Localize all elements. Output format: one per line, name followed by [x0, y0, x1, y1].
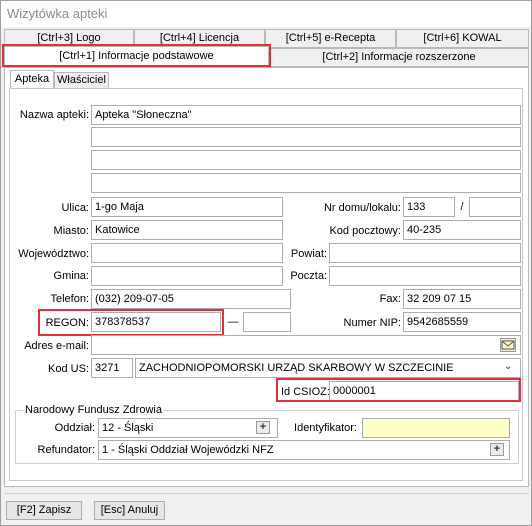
identyfikator-field[interactable]	[362, 418, 510, 438]
nr-lokalu-field[interactable]	[469, 197, 521, 217]
regon-dash: —	[227, 316, 239, 328]
tab-informacje-podstawowe[interactable]: [Ctrl+1] Informacje podstawowe	[4, 46, 269, 66]
oddzial-lookup-icon[interactable]: +	[256, 421, 270, 434]
kod-us-code-field[interactable]: 3271	[91, 358, 133, 378]
save-button[interactable]: [F2] Zapisz	[6, 501, 82, 520]
kod-us-select[interactable]: ZACHODNIOPOMORSKI URZĄD SKARBOWY W SZCZE…	[135, 358, 521, 378]
nfz-group-title: Narodowy Fundusz Zdrowia	[23, 404, 164, 416]
kod-us-label: Kod US:	[48, 363, 89, 375]
tab-kowal[interactable]: [Ctrl+6] KOWAL	[396, 29, 529, 48]
email-field[interactable]	[91, 335, 521, 355]
email-envelope-icon[interactable]	[500, 338, 516, 352]
refundator-lookup-icon[interactable]: +	[490, 443, 504, 456]
kod-us-selected-value: ZACHODNIOPOMORSKI URZĄD SKARBOWY W SZCZE…	[139, 362, 454, 374]
gmina-label: Gmina:	[53, 270, 89, 282]
ulica-label: Ulica:	[61, 202, 89, 214]
id-csioz-label: Id CSIOZ:	[281, 386, 330, 398]
chevron-down-icon[interactable]: ⌄	[504, 361, 512, 372]
id-csioz-field[interactable]: 0000001	[329, 381, 519, 401]
cancel-button[interactable]: [Esc] Anuluj	[94, 501, 165, 520]
tab-e-recepta[interactable]: [Ctrl+5] e-Recepta	[265, 29, 396, 48]
nr-separator: /	[460, 201, 464, 213]
nazwa-apteki-line2-field[interactable]	[91, 127, 521, 147]
miasto-label: Miasto:	[53, 225, 89, 237]
wojewodztwo-label: Województwo:	[18, 248, 89, 260]
identyfikator-label: Identyfikator:	[294, 422, 357, 434]
poczta-label: Poczta:	[290, 270, 327, 282]
miasto-field[interactable]: Katowice	[91, 220, 283, 240]
footer-divider	[4, 493, 529, 494]
kod-pocztowy-label: Kod pocztowy:	[329, 225, 401, 237]
refundator-field[interactable]: 1 - Śląski Oddział Wojewódzki NFZ	[98, 440, 510, 460]
ulica-field[interactable]: 1-go Maja	[91, 197, 283, 217]
nazwa-apteki-line3-field[interactable]	[91, 150, 521, 170]
powiat-label: Powiat:	[290, 248, 327, 260]
wojewodztwo-field[interactable]	[91, 243, 283, 263]
nip-label: Numer NIP:	[343, 317, 401, 329]
nr-domu-label: Nr domu/lokalu:	[323, 202, 401, 214]
refundator-label: Refundator:	[37, 444, 95, 456]
nazwa-apteki-field[interactable]: Apteka "Słoneczna"	[91, 105, 521, 125]
tab-informacje-rozszerzone[interactable]: [Ctrl+2] Informacje rozszerzone	[269, 48, 529, 67]
nip-field[interactable]: 9542685559	[403, 312, 521, 332]
email-label: Adres e-mail:	[24, 340, 89, 352]
fax-label: Fax:	[379, 293, 401, 305]
regon-suffix-field[interactable]	[243, 312, 291, 332]
nr-domu-field[interactable]: 133	[403, 197, 455, 217]
poczta-field[interactable]	[329, 266, 521, 286]
kod-pocztowy-field[interactable]: 40-235	[403, 220, 521, 240]
gmina-field[interactable]	[91, 266, 283, 286]
tab-apteka[interactable]: Apteka	[10, 70, 54, 89]
nazwa-apteki-line4-field[interactable]	[91, 173, 521, 193]
regon-label: REGON:	[45, 317, 89, 329]
window-title: Wizytówka apteki	[7, 6, 108, 21]
pharmacy-card-window: Wizytówka apteki [Ctrl+3] Logo [Ctrl+4] …	[0, 0, 532, 526]
oddzial-field[interactable]: 12 - Śląski	[98, 418, 278, 438]
powiat-field[interactable]	[329, 243, 521, 263]
fax-field[interactable]: 32 209 07 15	[403, 289, 521, 309]
telefon-label: Telefon:	[50, 293, 89, 305]
title-bar: Wizytówka apteki	[1, 1, 531, 27]
nazwa-apteki-label: Nazwa apteki:	[19, 109, 89, 121]
tab-wlasciciel[interactable]: Właściciel	[54, 72, 109, 89]
telefon-field[interactable]: (032) 209-07-05	[91, 289, 291, 309]
oddzial-label: Oddział:	[54, 422, 95, 434]
regon-field[interactable]: 378378537	[91, 312, 221, 332]
